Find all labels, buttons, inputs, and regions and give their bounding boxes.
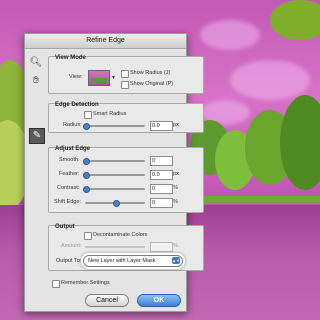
decontaminate-checkbox[interactable] [84,232,92,240]
edge-detection-group: Edge Detection [48,102,204,133]
amount-label: Amount: [61,243,82,249]
show-radius-label: Show Radius (J) [130,70,171,76]
cloud [230,60,310,100]
dialog-title: Refine Edge [25,34,186,49]
view-dropdown-arrow-icon[interactable]: ▼ [111,75,116,81]
radius-slider[interactable] [83,123,145,130]
contrast-field[interactable]: 0 [150,184,173,194]
refine-radius-brush-icon[interactable]: ✎ [29,128,45,144]
radius-label: Radius: [63,122,82,128]
smooth-field[interactable]: 0 [150,156,173,166]
output-to-label: Output To: [56,258,82,264]
view-label: View: [69,74,83,80]
feather-unit: px [173,171,179,177]
smooth-slider-thumb[interactable] [83,158,90,165]
tool-column: 🔍︎ ✋︎ ✎ [28,54,46,148]
output-to-value: New Layer with Layer Mask [88,258,156,264]
smart-radius-checkbox[interactable] [84,111,92,119]
contrast-slider[interactable] [83,186,145,193]
feather-slider-thumb[interactable] [83,172,90,179]
amount-unit: % [173,243,178,249]
smooth-label: Smooth: [59,157,80,163]
tree [270,0,320,40]
shift-edge-label: Shift Edge: [54,199,81,205]
ok-button[interactable]: OK [137,294,181,307]
contrast-slider-thumb[interactable] [83,186,90,193]
amount-slider[interactable] [85,246,145,248]
remember-settings-label: Remember Settings [61,280,110,286]
feather-slider[interactable] [83,172,145,179]
amount-field[interactable] [150,242,173,252]
contrast-label: Contrast: [57,185,80,191]
hand-tool-icon[interactable]: ✋︎ [29,74,43,88]
shift-edge-slider-thumb[interactable] [113,200,120,207]
smooth-slider[interactable] [83,158,145,165]
zoom-tool-icon[interactable]: 🔍︎ [29,56,43,70]
show-original-label: Show Original (P) [130,81,174,87]
cancel-button[interactable]: Cancel [85,294,129,307]
contrast-unit: % [173,185,178,191]
smart-radius-label: Smart Radius [93,111,127,117]
shift-edge-unit: % [173,199,178,205]
shift-edge-slider[interactable] [85,200,145,207]
radius-slider-thumb[interactable] [83,123,90,130]
radius-field[interactable]: 0.0 [150,121,173,131]
remember-settings-checkbox[interactable] [52,280,60,288]
radius-unit: px [173,122,179,128]
adjust-edge-title: Adjust Edge [55,146,91,152]
output-title: Output [55,224,75,230]
view-mode-title: View Mode [55,55,86,61]
feather-label: Feather: [59,171,80,177]
cloud [200,20,260,50]
view-thumbnail[interactable] [88,70,110,86]
refine-edge-dialog: Refine Edge 🔍︎ ✋︎ ✎ View Mode View: ▼ Sh… [24,33,204,312]
chevron-updown-icon: ▲▼ [172,257,180,264]
feather-field[interactable]: 0.0 [150,170,173,180]
output-to-select[interactable]: New Layer with Layer Mask ▲▼ [83,255,183,267]
shift-edge-field[interactable]: 0 [150,198,173,208]
decontaminate-label: Decontaminate Colors [93,232,148,238]
edge-detection-title: Edge Detection [55,102,99,108]
show-original-checkbox[interactable] [121,81,129,89]
show-radius-checkbox[interactable] [121,70,129,78]
